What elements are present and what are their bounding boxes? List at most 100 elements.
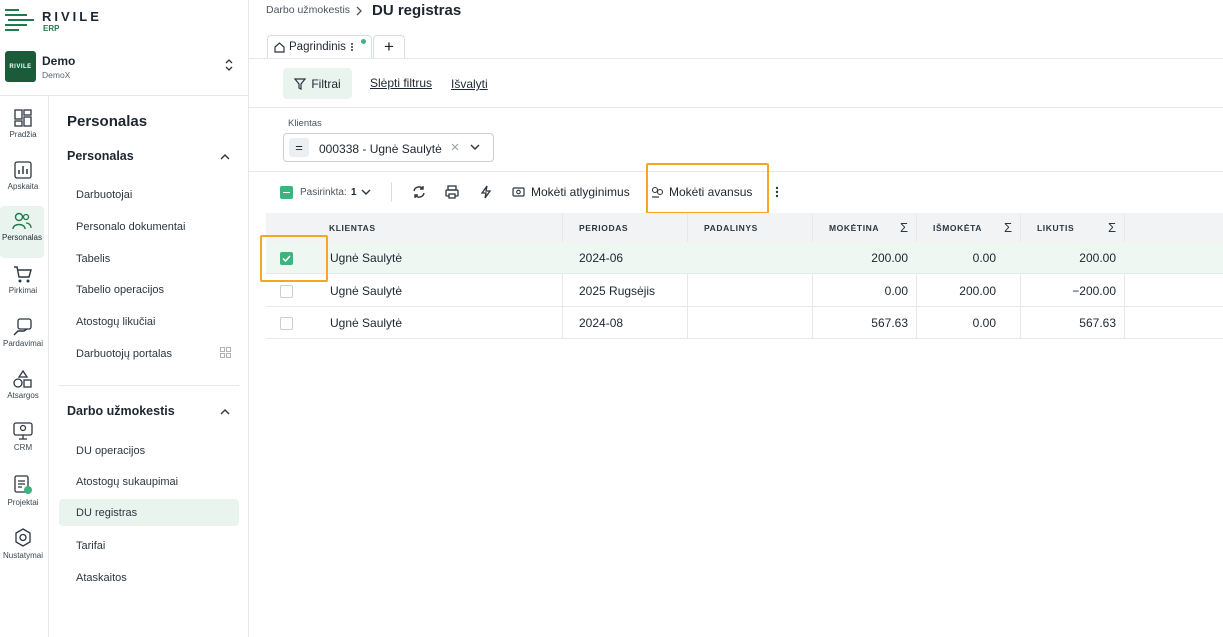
sum-icon[interactable]: Σ [1108, 213, 1117, 242]
column-header-ismoketa[interactable]: IŠMOKĖTA [933, 213, 983, 242]
row-checkbox[interactable] [280, 275, 293, 307]
submenu-item-personalo-dokumentai[interactable]: Personalo dokumentai [59, 213, 239, 240]
rail-label: CRM [13, 443, 33, 452]
submenu-item-du-registras[interactable]: DU registras [59, 499, 239, 526]
submenu-group-darbo-uzmokestis[interactable]: Darbo užmokestis [67, 404, 175, 418]
chevron-up-icon[interactable] [220, 153, 230, 160]
tab-pagrindinis[interactable]: Pagrindinis [267, 35, 372, 58]
column-header-likutis[interactable]: LIKUTIS [1037, 213, 1075, 242]
sales-icon [13, 318, 32, 336]
rail-label: Nustatymai [2, 551, 43, 560]
submenu-item-atostogu-sukaupimai[interactable]: Atostogų sukaupimai [59, 468, 239, 495]
submenu-item-du-operacijos[interactable]: DU operacijos [59, 437, 239, 464]
cell-client: Ugnė Saulytė [330, 316, 403, 330]
submenu-item-ataskaitos[interactable]: Ataskaitos [59, 564, 239, 591]
submenu-group-personalas[interactable]: Personalas [67, 149, 134, 163]
lightning-icon[interactable] [480, 185, 492, 199]
rail-item-projektai[interactable]: Projektai [0, 469, 46, 519]
dashboard-icon [14, 109, 32, 127]
print-icon[interactable] [445, 185, 459, 199]
more-vertical-icon[interactable] [775, 186, 779, 198]
chevron-up-icon[interactable] [220, 408, 230, 415]
client-filter-value: 000338 - Ugnė Saulytė [319, 142, 442, 156]
cell-period: 2024-06 [579, 251, 624, 265]
cell-client: Ugnė Saulytė [330, 284, 403, 298]
rail-label: Pradžia [9, 130, 37, 139]
cell-balance: 567.63 [1079, 316, 1116, 330]
rail-label: Pardavimai [2, 339, 43, 348]
crm-icon [13, 422, 33, 440]
cell-period: 2025 Rugsėjis [579, 284, 656, 298]
rivile-logo-icon [5, 9, 35, 31]
refresh-icon[interactable] [412, 185, 426, 199]
clear-icon[interactable] [451, 143, 459, 151]
submenu-item-tabelis[interactable]: Tabelis [59, 245, 239, 272]
tab-bar-divider [249, 58, 1223, 59]
chevron-down-icon[interactable] [361, 189, 371, 196]
brand-name: RIVILE [42, 9, 102, 24]
rail-label: Atsargos [7, 391, 39, 400]
kebab-icon[interactable] [350, 42, 354, 52]
column-header-induction[interactable]: MOKĖTINA [829, 213, 880, 242]
rail-label: Apskaita [7, 182, 39, 191]
rail-item-crm[interactable]: CRM [0, 416, 46, 466]
column-header-padalinys[interactable]: PADALINYS [704, 213, 758, 242]
people-icon [12, 212, 32, 230]
rail-item-apskaita[interactable]: Apskaita [0, 155, 46, 205]
add-tab-button[interactable]: + [373, 35, 405, 58]
table-row[interactable]: Ugnė Saulytė 2024-06 200.00 0.00 200.00 [266, 242, 1223, 274]
row-checkbox[interactable] [280, 307, 293, 339]
rail-item-pirkimai[interactable]: Pirkimai [0, 259, 46, 309]
cell-payable: 567.63 [871, 316, 908, 330]
submenu-item-darbuotoju-portalas[interactable]: Darbuotojų portalas [59, 340, 239, 367]
filters-button-label: Filtrai [311, 76, 341, 91]
sum-icon[interactable]: Σ [1004, 213, 1013, 242]
clear-filters-link[interactable]: Išvalyti [451, 77, 488, 91]
projects-icon [14, 475, 32, 494]
column-header-klientas[interactable]: KLIENTAS [329, 213, 376, 242]
selected-label: Pasirinkta: [300, 187, 347, 198]
rail-item-personalas[interactable]: Personalas [0, 206, 44, 258]
money-icon [512, 187, 525, 197]
page-title: DU registras [372, 2, 462, 19]
breadcrumb-parent[interactable]: Darbo užmokestis [266, 4, 350, 16]
table-row[interactable]: Ugnė Saulytė 2024-08 567.63 0.00 567.63 [266, 307, 1223, 339]
highlight-box [646, 163, 769, 214]
company-avatar: RIVILE [5, 51, 36, 82]
rail-label: Projektai [7, 498, 39, 507]
rail-item-nustatymai[interactable]: Nustatymai [0, 522, 46, 572]
cell-paid: 200.00 [959, 284, 996, 298]
rail-label: Personalas [1, 233, 43, 242]
submenu-item-tabelio-operacijos[interactable]: Tabelio operacijos [59, 276, 239, 303]
column-header-periodas[interactable]: PERIODAS [579, 213, 629, 242]
cell-payable: 0.00 [884, 284, 908, 298]
company-avatar-text: RIVILE [9, 63, 32, 70]
brand-sub: ERP [43, 24, 60, 33]
client-filter-field[interactable]: = 000338 - Ugnė Saulytė [283, 133, 494, 162]
select-all-checkbox[interactable] [280, 186, 293, 199]
chart-icon [14, 161, 32, 179]
hide-filters-link[interactable]: Slėpti filtrus [370, 76, 432, 90]
company-name[interactable]: Demo [42, 54, 75, 68]
table-row[interactable]: Ugnė Saulytė 2025 Rugsėjis 0.00 200.00 −… [266, 275, 1223, 307]
company-sub: DemoX [42, 70, 71, 80]
sum-icon[interactable]: Σ [900, 213, 909, 242]
company-switch-icon[interactable] [224, 58, 234, 72]
rail-item-atsargos[interactable]: Atsargos [0, 364, 46, 414]
cell-client: Ugnė Saulytė [330, 251, 403, 265]
submenu-item-tarifai[interactable]: Tarifai [59, 532, 239, 559]
submenu-item-darbuotojai[interactable]: Darbuotojai [59, 181, 239, 208]
tab-status-dot [361, 39, 366, 44]
home-icon [274, 41, 285, 53]
divider [249, 107, 1223, 108]
rail-item-pradzia[interactable]: Pradžia [0, 103, 46, 153]
pay-salary-button[interactable]: Mokėti atlyginimus [531, 185, 630, 199]
submenu-item-atostogu-likuciai[interactable]: Atostogų likučiai [59, 308, 239, 335]
selected-count: 1 [351, 187, 357, 198]
submenu: Personalas Personalas Darbuotojai Person… [50, 96, 249, 637]
operator-button[interactable]: = [289, 138, 309, 157]
cell-paid: 0.00 [972, 316, 996, 330]
rail-item-pardavimai[interactable]: Pardavimai [0, 312, 46, 362]
chevron-down-icon[interactable] [470, 144, 480, 151]
filters-button[interactable]: Filtrai [283, 68, 352, 99]
